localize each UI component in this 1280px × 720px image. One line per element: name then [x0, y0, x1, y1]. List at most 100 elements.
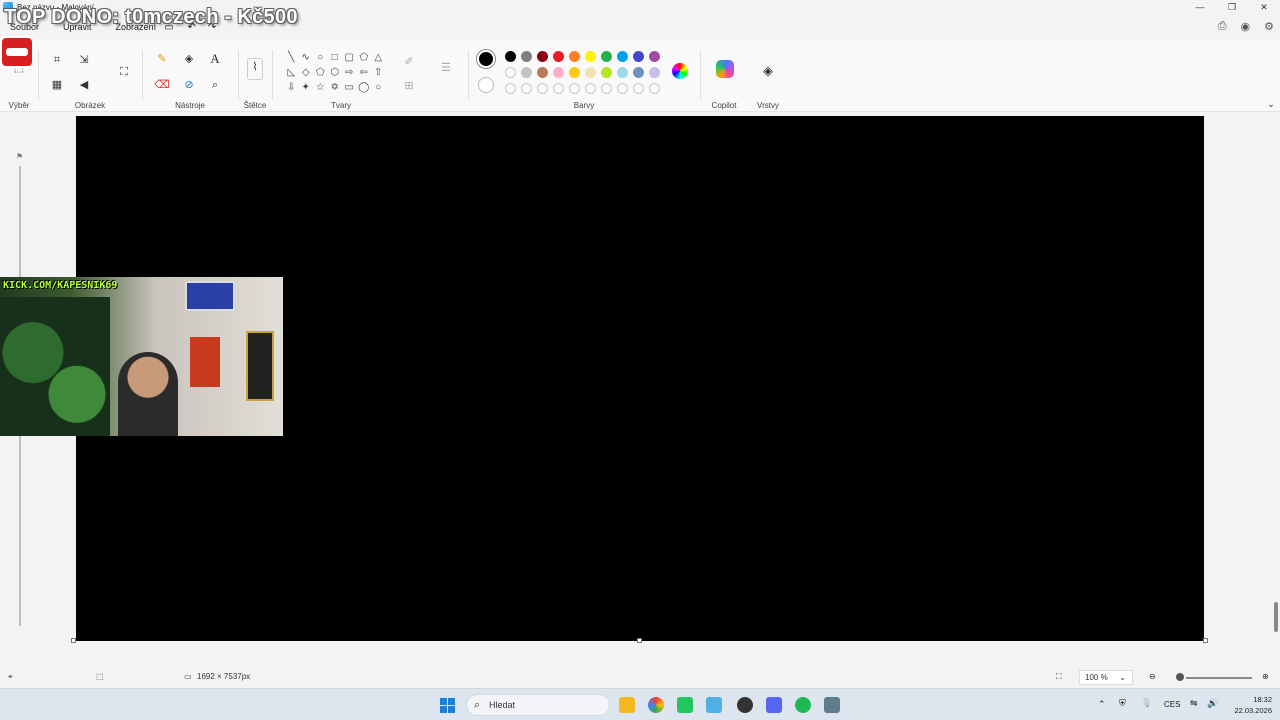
microphone-icon[interactable]: 🎙 — [1141, 698, 1152, 709]
account-icon[interactable]: ◉ — [1241, 20, 1251, 33]
color-swatch[interactable] — [505, 67, 516, 78]
color-swatch[interactable] — [633, 51, 644, 62]
edit-colors-icon[interactable] — [672, 63, 688, 79]
calculator-icon[interactable] — [824, 697, 840, 713]
obs-icon[interactable] — [737, 697, 753, 713]
paint-taskbar-icon[interactable] — [706, 697, 722, 713]
green-app-icon[interactable] — [677, 697, 693, 713]
text-icon[interactable]: A — [207, 51, 223, 67]
chrome-icon[interactable] — [648, 697, 664, 713]
color-swatch[interactable] — [585, 83, 596, 94]
color-swatch[interactable] — [521, 67, 532, 78]
callout-oval-icon[interactable]: ◯ — [357, 80, 372, 95]
color-swatch[interactable] — [633, 83, 644, 94]
color-swatch[interactable] — [569, 67, 580, 78]
callout-cloud-icon[interactable]: ○ — [371, 80, 386, 95]
right-arrow-icon[interactable]: ⇨ — [342, 65, 357, 80]
color-swatch[interactable] — [569, 83, 580, 94]
settings-icon[interactable]: ⚙ — [1264, 20, 1274, 33]
up-arrow-icon[interactable]: ⇧ — [371, 65, 386, 80]
minimize-icon[interactable]: — — [1184, 0, 1216, 14]
color-swatch[interactable] — [633, 67, 644, 78]
color-swatch[interactable] — [569, 51, 580, 62]
pentagon-icon[interactable]: ⬠ — [313, 65, 328, 80]
language-indicator[interactable]: CES — [1164, 700, 1180, 709]
zoom-out-icon[interactable]: ⊖ — [1149, 672, 1156, 681]
color-swatch[interactable] — [521, 83, 532, 94]
restore-icon[interactable]: ❐ — [1216, 0, 1248, 14]
resize-handle-bottom-left[interactable] — [71, 638, 76, 643]
taskbar-search[interactable]: ⌕ Hledat — [466, 694, 610, 716]
right-triangle-icon[interactable]: ◺ — [284, 65, 299, 80]
color-swatch[interactable] — [601, 83, 612, 94]
layers-icon[interactable]: ◈ — [760, 63, 776, 79]
outline-icon[interactable]: ✐ — [401, 54, 417, 70]
resize-icon[interactable]: ⇲ — [76, 52, 92, 68]
color-swatch[interactable] — [585, 51, 596, 62]
resize-handle-bottom-right[interactable] — [1203, 638, 1208, 643]
color-picker-icon[interactable]: ⊘ — [181, 77, 197, 93]
rotate-icon[interactable]: ◀ — [76, 77, 92, 93]
color-swatch[interactable] — [553, 51, 564, 62]
oval-icon[interactable]: ○ — [313, 50, 328, 65]
primary-color[interactable] — [477, 50, 495, 68]
magnifier-icon[interactable]: ⌕ — [207, 77, 223, 93]
pencil-icon[interactable]: ✎ — [154, 51, 170, 67]
zoom-select[interactable]: 100 % ⌄ — [1079, 670, 1133, 685]
collapse-ribbon-icon[interactable]: ⌄ — [1263, 96, 1279, 112]
diamond-icon[interactable]: ◇ — [299, 65, 314, 80]
tray-chevron-icon[interactable]: ⌃ — [1098, 699, 1106, 710]
rectangle-icon[interactable]: □ — [328, 50, 343, 65]
security-icon[interactable]: ⛨ — [1119, 698, 1126, 709]
color-swatch[interactable] — [553, 83, 564, 94]
hexagon-icon[interactable]: ⬡ — [328, 65, 343, 80]
resize-handle-bottom[interactable] — [637, 638, 642, 643]
color-swatch[interactable] — [505, 51, 516, 62]
six-point-star-icon[interactable]: ✡ — [328, 80, 343, 95]
curve-icon[interactable]: ∿ — [299, 50, 314, 65]
rounded-rectangle-icon[interactable]: ▢ — [342, 50, 357, 65]
color-swatch[interactable] — [649, 83, 660, 94]
color-swatch[interactable] — [537, 67, 548, 78]
zoom-slider-thumb[interactable] — [1176, 673, 1184, 681]
color-swatch[interactable] — [649, 67, 660, 78]
start-button[interactable] — [440, 698, 455, 713]
vertical-scrollbar[interactable] — [1274, 602, 1278, 632]
fill-icon[interactable]: ◈ — [181, 51, 197, 67]
close-icon[interactable]: ✕ — [1248, 0, 1280, 14]
color-swatch[interactable] — [601, 51, 612, 62]
color-swatch[interactable] — [585, 67, 596, 78]
clock[interactable]: 18:32 22.03.2026 — [1234, 694, 1272, 716]
spotify-icon[interactable] — [795, 697, 811, 713]
color-swatch[interactable] — [521, 51, 532, 62]
crop-icon[interactable]: ⌗ — [49, 52, 65, 68]
eraser-icon[interactable]: ⌫ — [154, 77, 170, 93]
brush-icon[interactable]: ⌇ — [247, 58, 263, 80]
triangle-icon[interactable]: △ — [371, 50, 386, 65]
color-swatch[interactable] — [537, 83, 548, 94]
polygon-icon[interactable]: ⬠ — [357, 50, 372, 65]
network-icon[interactable]: ⇋ — [1190, 698, 1198, 709]
down-arrow-icon[interactable]: ⇩ — [284, 80, 299, 95]
color-swatch[interactable] — [537, 51, 548, 62]
color-swatch[interactable] — [617, 51, 628, 62]
secondary-color[interactable] — [478, 77, 494, 93]
fill-style-icon[interactable]: ⊞ — [401, 78, 417, 94]
fit-to-window-icon[interactable]: ⛶ — [1056, 672, 1062, 682]
volume-icon[interactable]: 🔊 — [1207, 698, 1218, 709]
color-swatch[interactable] — [601, 67, 612, 78]
share-icon[interactable]: ⎙ — [1218, 20, 1227, 33]
left-arrow-icon[interactable]: ⇦ — [357, 65, 372, 80]
line-icon[interactable]: ╲ — [284, 50, 299, 65]
file-explorer-icon[interactable] — [619, 697, 635, 713]
color-swatch[interactable] — [553, 67, 564, 78]
five-point-star-icon[interactable]: ☆ — [313, 80, 328, 95]
copilot-icon[interactable] — [716, 60, 734, 78]
select-all-icon[interactable]: ▦ — [49, 77, 65, 93]
color-swatch[interactable] — [617, 83, 628, 94]
four-point-star-icon[interactable]: ✦ — [299, 80, 314, 95]
color-swatch[interactable] — [505, 83, 516, 94]
zoom-slider[interactable] — [1186, 677, 1252, 679]
color-swatch[interactable] — [617, 67, 628, 78]
zoom-in-icon[interactable]: ⊕ — [1262, 672, 1269, 681]
